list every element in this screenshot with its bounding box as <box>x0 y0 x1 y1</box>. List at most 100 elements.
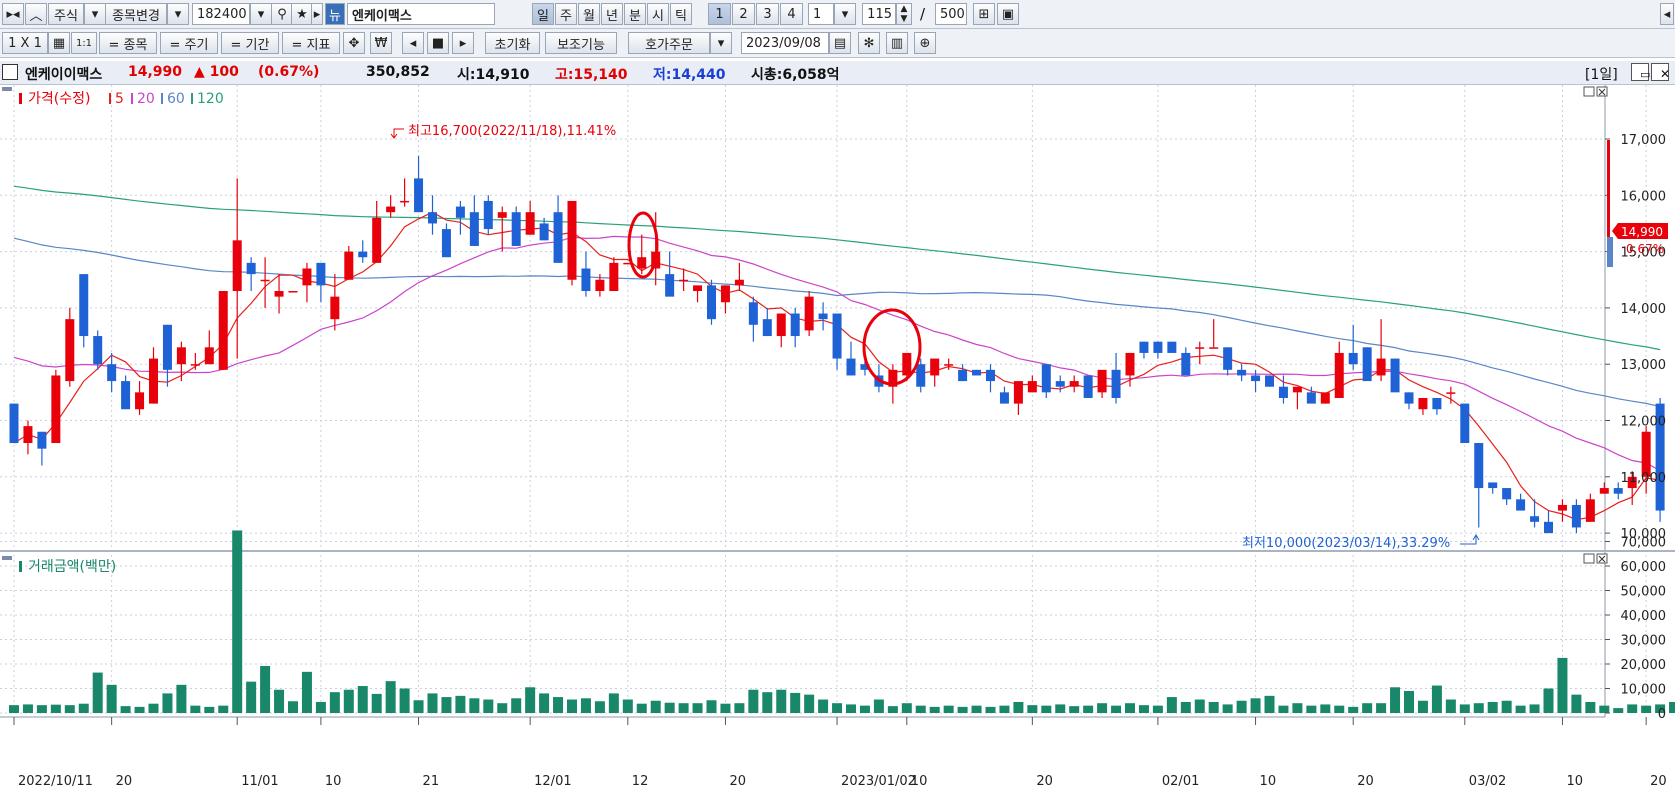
aux-function-button[interactable]: 보조기능 <box>545 32 617 54</box>
candle-body <box>930 358 940 376</box>
side-panel-toggle[interactable]: ◂ <box>1660 3 1674 25</box>
period-tab-2[interactable]: 월 <box>578 3 600 25</box>
calendar-button[interactable]: ▤ <box>829 32 851 54</box>
date-input[interactable]: 2023/09/08 <box>741 32 829 54</box>
stock-name-display: 엔케이맥스 <box>347 3 495 25</box>
volume-bar <box>1250 698 1261 713</box>
panel-toggle-button[interactable]: ▸◂ <box>2 3 24 25</box>
sync-period-button[interactable]: = 주기 <box>160 32 218 54</box>
favorite-button[interactable]: ★ <box>291 3 313 25</box>
period-tab-1[interactable]: 주 <box>555 3 577 25</box>
caret-down-icon: ▾ <box>841 6 849 22</box>
triangle-right-icon: ▸ <box>313 6 321 22</box>
period-tab-0[interactable]: 일 <box>532 3 554 25</box>
period-tab-5[interactable]: 시 <box>647 3 669 25</box>
low-annotation: 최저10,000(2023/03/14),33.29% <box>1242 534 1480 551</box>
layout-select[interactable]: 1 X 1 <box>2 32 48 54</box>
tick-unit-dropdown[interactable]: ▾ <box>834 3 856 25</box>
volume-bar <box>804 694 815 713</box>
volume-bar <box>1125 703 1135 713</box>
save-button[interactable]: ▣ <box>997 3 1019 25</box>
legend-ma60: 60 <box>167 91 185 107</box>
ratio-button[interactable]: 1:1 <box>71 32 97 54</box>
code-dropdown-button[interactable]: ▾ <box>250 3 272 25</box>
candle-body <box>1209 347 1219 349</box>
stop-button[interactable]: ■ <box>427 32 449 54</box>
collapse-up-button[interactable]: ︿ <box>25 3 47 25</box>
move-tool-button[interactable]: ✥ <box>343 32 365 54</box>
pane-minimize-button[interactable] <box>1583 86 1595 97</box>
currency-button[interactable]: ₩ <box>370 32 392 54</box>
change-item-button[interactable]: 종목변경 <box>105 3 167 25</box>
volume-bar <box>567 699 577 713</box>
candle-body <box>986 369 995 382</box>
candle-body <box>1069 381 1079 387</box>
volume-bar <box>1404 690 1414 713</box>
market-select[interactable]: 주식 <box>48 3 84 25</box>
legend-price-marker <box>19 93 22 104</box>
news-button[interactable]: 뉴 <box>325 3 345 25</box>
candle-body <box>776 313 786 337</box>
volume-bar <box>957 706 968 713</box>
change-item-dropdown-button[interactable]: ▾ <box>167 3 189 25</box>
page-tab-1[interactable]: 2 <box>732 3 755 25</box>
scroll-left-button[interactable]: ◂ <box>402 32 424 54</box>
volume-bar <box>315 701 326 713</box>
legend-ma5-marker <box>109 93 111 104</box>
sync-range-button[interactable]: = 기간 <box>221 32 279 54</box>
tick-unit-input[interactable]: 1 <box>808 3 834 25</box>
volume-bar <box>36 705 47 713</box>
candle-body <box>372 217 382 263</box>
volume-bar <box>1306 705 1317 713</box>
order-book-button[interactable]: 호가주문 <box>628 32 710 54</box>
page-tab-0[interactable]: 1 <box>708 3 731 25</box>
volume-axis-label: 40,000 <box>1621 609 1667 624</box>
order-dropdown-button[interactable]: ▾ <box>710 32 732 54</box>
code-next-button[interactable]: ▸ <box>311 3 323 25</box>
page-tab-3[interactable]: 4 <box>780 3 803 25</box>
market-dropdown-button[interactable]: ▾ <box>84 3 106 25</box>
candle-body <box>1139 341 1149 353</box>
page-tab-2[interactable]: 3 <box>756 3 779 25</box>
chart-settings-button[interactable]: ▥ <box>886 32 908 54</box>
stock-code-input[interactable]: 182400 <box>192 3 250 25</box>
period-tab-6[interactable]: 틱 <box>670 3 692 25</box>
candle-body <box>944 364 954 366</box>
search-button[interactable]: ⚲ <box>271 3 293 25</box>
scroll-right-button[interactable]: ▸ <box>452 32 474 54</box>
volume-bar <box>818 699 829 713</box>
volume-bar <box>1027 705 1038 713</box>
sync-item-button[interactable]: = 종목 <box>99 32 157 54</box>
legend-ma120-marker <box>191 93 193 104</box>
candle-body <box>218 291 228 370</box>
close-button[interactable]: ✕ <box>1651 63 1670 81</box>
select-checkbox[interactable] <box>2 64 18 80</box>
volume-bar <box>1138 705 1149 713</box>
zoom-button[interactable]: ⊕ <box>914 32 936 54</box>
stepper-up-icon: ▲ <box>900 4 908 14</box>
candle-body <box>1195 347 1205 349</box>
settings-button[interactable]: ✻ <box>858 32 880 54</box>
pane-handle-icon[interactable] <box>2 556 12 560</box>
window-plus-icon: ⊞ <box>978 6 990 22</box>
volume-bar <box>1292 703 1303 713</box>
grid-layout-button[interactable]: ▦ <box>48 32 70 54</box>
reset-button[interactable]: 초기화 <box>485 32 540 54</box>
period-tab-4[interactable]: 분 <box>624 3 646 25</box>
sync-indicator-button[interactable]: = 지표 <box>282 32 340 54</box>
count-stepper[interactable]: ▲ ▼ <box>896 3 912 25</box>
high-annotation: 최고16,700(2022/11/18),11.41% <box>390 124 616 139</box>
triangle-right-icon: ▸ <box>459 35 467 51</box>
count-input[interactable]: 115 <box>862 3 896 25</box>
pane-handle-icon[interactable] <box>2 87 12 91</box>
total-count-input[interactable]: 500 <box>935 3 967 25</box>
volume-bar <box>692 703 703 713</box>
period-tab-3[interactable]: 년 <box>601 3 623 25</box>
legend-ma120: 120 <box>197 91 224 107</box>
trade-volume: 350,852 <box>366 64 430 80</box>
add-window-button[interactable]: ⊞ <box>973 3 995 25</box>
chart-area[interactable]: 17,00016,00015,00014,00013,00012,00011,0… <box>0 85 1675 787</box>
candle-body <box>162 324 172 370</box>
pane-minimize-button[interactable] <box>1583 553 1595 564</box>
maximize-button[interactable]: ▭ <box>1631 63 1650 81</box>
